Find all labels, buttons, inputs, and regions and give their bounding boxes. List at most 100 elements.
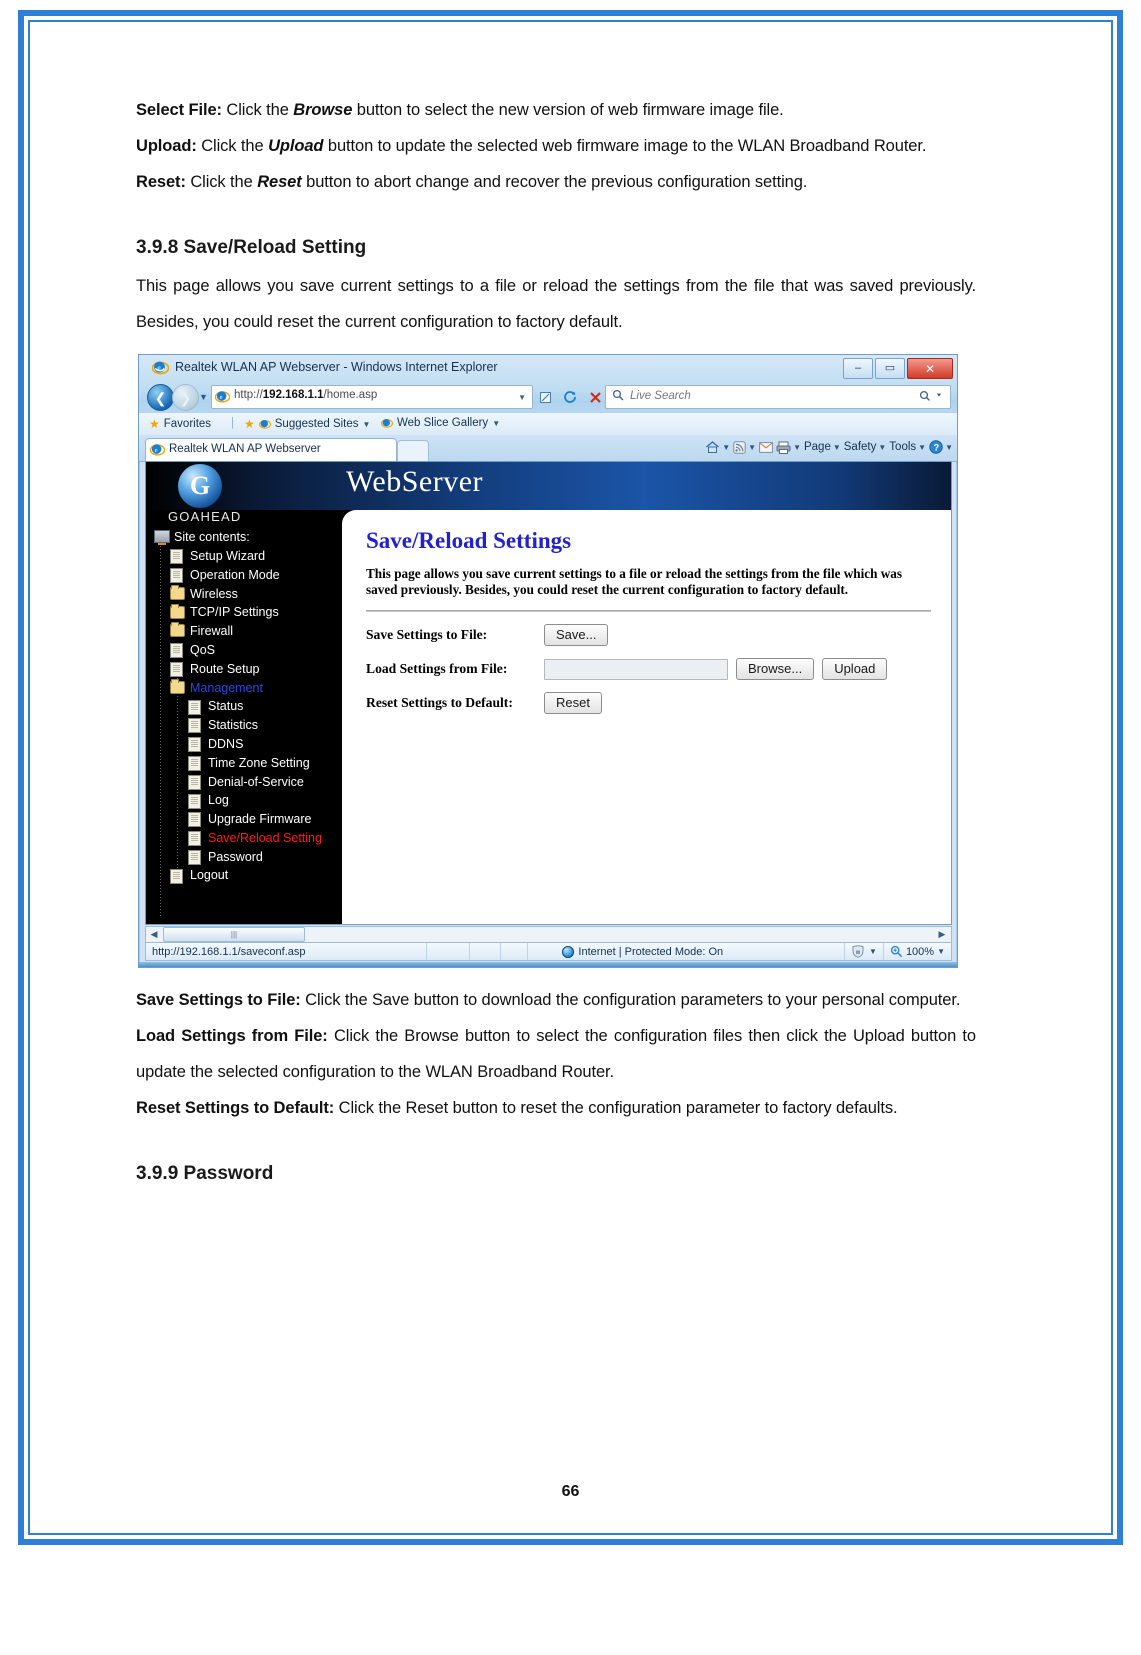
text-select-file-b: button to select the new version of web … — [352, 101, 784, 119]
reset-button[interactable]: Reset — [544, 692, 602, 714]
term-upload: Upload: — [136, 137, 197, 155]
tree-item-upgrade-firmware[interactable]: Upgrade Firmware — [146, 810, 339, 829]
paragraph-reset-settings-to-default: Reset Settings to Default: Click the Res… — [136, 1090, 976, 1126]
favorites-label: Favorites — [163, 418, 212, 430]
zoom-chevron-down-icon[interactable]: ▼ — [937, 947, 945, 956]
load-settings-file-input[interactable] — [544, 658, 728, 680]
feeds-button[interactable]: ▼ — [733, 440, 756, 454]
url-path: /home.asp — [323, 389, 378, 401]
panel-description: This page allows you save current settin… — [366, 566, 903, 597]
web-slice-chevron-down-icon[interactable]: ▼ — [492, 419, 500, 428]
security-zone-indicator[interactable]: Internet | Protected Mode: On — [562, 945, 723, 958]
tree-item-setup-wizard[interactable]: Setup Wizard — [146, 547, 339, 566]
tree-item-firewall[interactable]: Firewall — [146, 622, 339, 641]
print-chevron-down-icon[interactable]: ▼ — [793, 443, 801, 452]
scroll-right-arrow-icon[interactable]: ▶ — [934, 929, 950, 940]
tree-item-label: Setup Wizard — [190, 548, 266, 563]
browse-button[interactable]: Browse... — [736, 658, 815, 680]
suggested-sites-chevron-down-icon[interactable]: ▼ — [363, 420, 371, 429]
scrollbar-thumb[interactable]: ||| — [163, 927, 305, 942]
tools-menu[interactable]: Tools ▼ — [889, 441, 926, 453]
tree-item-label: Denial-of-Service — [208, 774, 304, 789]
tree-item-label: Route Setup — [190, 661, 260, 676]
tree-item-route-setup[interactable]: Route Setup — [146, 660, 339, 679]
protected-mode-chevron-down-icon[interactable]: ▼ — [869, 947, 877, 956]
tree-item-logout[interactable]: Logout — [146, 866, 339, 885]
tree-item-wireless[interactable]: Wireless — [146, 584, 339, 603]
tree-item-password[interactable]: Password — [146, 848, 339, 867]
tree-item-label: Firewall — [190, 624, 234, 639]
tree-item-denial-of-service[interactable]: Denial-of-Service — [146, 772, 339, 791]
tab-realtek-webserver[interactable]: e Realtek WLAN AP Webserver — [145, 438, 397, 462]
search-provider-icons[interactable] — [918, 389, 946, 404]
term-select-file: Select File: — [136, 101, 222, 119]
tree-item-status[interactable]: Status — [146, 697, 339, 716]
feeds-chevron-down-icon[interactable]: ▼ — [748, 443, 756, 452]
protected-mode-indicator[interactable]: ▼ — [845, 945, 883, 958]
tree-item-label: TCP/IP Settings — [190, 605, 279, 620]
forward-button[interactable]: ❯ — [172, 384, 199, 411]
settings-panel: Save/Reload Settings This page allows yo… — [342, 510, 951, 924]
scroll-left-arrow-icon[interactable]: ◀ — [146, 929, 162, 940]
search-input[interactable]: Live Search — [605, 385, 951, 409]
add-to-favorites-icon: ★ — [244, 417, 255, 431]
browser-address-row: ❮ ❯ ▼ e http://192.168.1.1/home.asp ▼ Li… — [139, 382, 957, 411]
address-bar[interactable]: e http://192.168.1.1/home.asp ▼ — [211, 385, 533, 409]
tree-item-label: Upgrade Firmware — [208, 812, 312, 827]
browser-title-text: Realtek WLAN AP Webserver - Windows Inte… — [175, 360, 498, 374]
tree-item-qos[interactable]: QoS — [146, 641, 339, 660]
home-button[interactable]: ▼ — [705, 440, 730, 454]
term-save-settings-to-file: Save Settings to File: — [136, 991, 301, 1009]
zoom-level-text: 100% — [905, 945, 935, 958]
paragraph-save-settings-to-file: Save Settings to File: Click the Save bu… — [136, 982, 976, 1018]
safety-menu-label: Safety — [843, 441, 877, 453]
status-divider-1 — [426, 943, 428, 960]
home-chevron-down-icon[interactable]: ▼ — [722, 443, 730, 452]
row-save-settings-to-file: Save Settings to File: Save... — [366, 622, 609, 648]
close-button[interactable]: ✕ — [907, 358, 953, 379]
zoom-control[interactable]: 100% ▼ — [884, 945, 951, 958]
window-bottom-edge — [139, 962, 957, 967]
page-icon — [170, 661, 185, 677]
help-button[interactable]: ? ▼ — [929, 440, 953, 454]
tree-item-time-zone-setting[interactable]: Time Zone Setting — [146, 754, 339, 773]
folder-icon — [170, 678, 185, 695]
read-mail-button[interactable] — [759, 441, 773, 453]
tree-item-log[interactable]: Log — [146, 791, 339, 810]
refresh-icon[interactable] — [558, 385, 582, 409]
page-menu[interactable]: Page ▼ — [804, 441, 841, 453]
page-icon — [170, 643, 185, 659]
stop-icon[interactable] — [583, 385, 607, 409]
page-icon — [188, 718, 203, 734]
emphasis-browse: Browse — [293, 101, 353, 119]
horizontal-scrollbar[interactable]: ◀ ||| ▶ — [145, 926, 952, 943]
section-heading-398: 3.9.8 Save/Reload Setting — [136, 237, 367, 258]
tree-item-statistics[interactable]: Statistics — [146, 716, 339, 735]
tree-item-ddns[interactable]: DDNS — [146, 735, 339, 754]
safety-chevron-down-icon: ▼ — [878, 442, 887, 452]
compatibility-view-icon[interactable] — [533, 385, 557, 409]
safety-menu[interactable]: Safety ▼ — [844, 441, 887, 453]
upload-button[interactable]: Upload — [822, 658, 888, 680]
web-slice-gallery-label: Web Slice Gallery — [397, 417, 489, 429]
web-slice-gallery-button[interactable]: Web Slice Gallery ▼ — [380, 417, 500, 429]
tree-item-operation-mode[interactable]: Operation Mode — [146, 566, 339, 585]
address-chevron-down-icon[interactable]: ▼ — [518, 393, 526, 402]
folder-icon — [170, 603, 185, 620]
tree-item-management[interactable]: Management — [146, 678, 339, 697]
tree-item-tcp-ip-settings[interactable]: TCP/IP Settings — [146, 603, 339, 622]
back-button[interactable]: ❮ — [147, 384, 174, 411]
save-button[interactable]: Save... — [544, 624, 609, 646]
print-button[interactable]: ▼ — [776, 441, 801, 454]
favorites-button[interactable]: ★ Favorites — [149, 417, 211, 431]
tools-chevron-down-icon: ▼ — [918, 442, 927, 452]
minimize-button[interactable]: – — [843, 358, 873, 379]
paragraph-load-settings-from-file: Load Settings from File: Click the Brows… — [136, 1018, 976, 1090]
page-icon — [188, 793, 203, 809]
maximize-button[interactable]: ▭ — [875, 358, 905, 379]
tree-item-save-reload-setting[interactable]: Save/Reload Setting — [146, 829, 339, 848]
help-chevron-down-icon[interactable]: ▼ — [945, 443, 953, 452]
new-tab-button[interactable] — [397, 440, 429, 462]
recent-pages-chevron-down-icon[interactable]: ▼ — [199, 392, 208, 402]
suggested-sites-button[interactable]: ★ Suggested Sites ▼ — [244, 417, 370, 431]
